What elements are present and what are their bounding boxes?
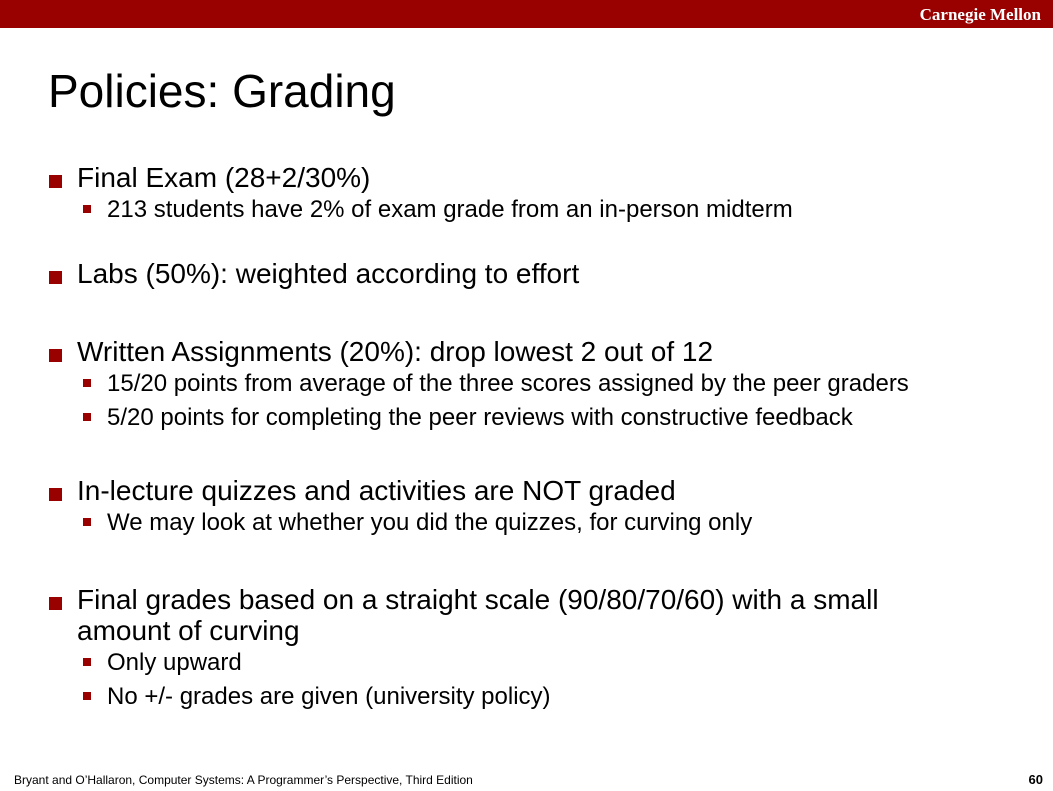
sub-bullet-text: 213 students have 2% of exam grade from … [107,196,793,223]
sub-bullet-item: 5/20 points for completing the peer revi… [48,401,1008,435]
bullet-list: Final Exam (28+2/30%) 213 students have … [48,162,1008,714]
square-bullet-icon [49,597,62,610]
header-bar: Carnegie Mellon [0,0,1053,28]
brand-logo-text: Carnegie Mellon [919,5,1041,24]
sub-bullet-item: No +/- grades are given (university poli… [48,680,1008,714]
slide-title: Policies: Grading [48,65,396,117]
small-square-bullet-icon [83,692,91,700]
bullet-section: Final grades based on a straight scale (… [48,584,1008,714]
small-square-bullet-icon [83,658,91,666]
square-bullet-icon [49,488,62,501]
bullet-text: Final grades based on a straight scale (… [77,584,879,646]
small-square-bullet-icon [83,518,91,526]
sub-bullet-item: We may look at whether you did the quizz… [48,506,1008,540]
bullet-text: Labs (50%): weighted according to effort [77,258,580,289]
bullet-item: In-lecture quizzes and activities are NO… [48,475,1008,506]
bullet-section: Written Assignments (20%): drop lowest 2… [48,336,1008,435]
sub-bullet-text: We may look at whether you did the quizz… [107,509,753,536]
bullet-text: Final Exam (28+2/30%) [77,162,371,193]
bullet-item: Written Assignments (20%): drop lowest 2… [48,336,1008,367]
bullet-section: Final Exam (28+2/30%) 213 students have … [48,162,1008,227]
bullet-text: Written Assignments (20%): drop lowest 2… [77,336,714,367]
square-bullet-icon [49,271,62,284]
square-bullet-icon [49,175,62,188]
bullet-text: In-lecture quizzes and activities are NO… [77,475,676,506]
square-bullet-icon [49,349,62,362]
bullet-item: Labs (50%): weighted according to effort [48,258,1008,289]
bullet-item: Final grades based on a straight scale (… [48,584,957,646]
bullet-section: Labs (50%): weighted according to effort [48,258,1008,289]
sub-bullet-text: 5/20 points for completing the peer revi… [107,404,853,431]
footer-citation: Bryant and O’Hallaron, Computer Systems:… [14,773,473,787]
small-square-bullet-icon [83,379,91,387]
sub-bullet-item: 15/20 points from average of the three s… [48,367,1008,401]
small-square-bullet-icon [83,413,91,421]
sub-bullet-item: 213 students have 2% of exam grade from … [48,193,1008,227]
small-square-bullet-icon [83,205,91,213]
sub-bullet-text: 15/20 points from average of the three s… [107,370,909,397]
sub-bullet-text: Only upward [107,649,242,676]
sub-bullet-text: No +/- grades are given (university poli… [107,683,551,710]
page-number: 60 [1028,772,1043,787]
sub-bullet-item: Only upward [48,646,1008,680]
bullet-section: In-lecture quizzes and activities are NO… [48,475,1008,540]
bullet-item: Final Exam (28+2/30%) [48,162,1008,193]
